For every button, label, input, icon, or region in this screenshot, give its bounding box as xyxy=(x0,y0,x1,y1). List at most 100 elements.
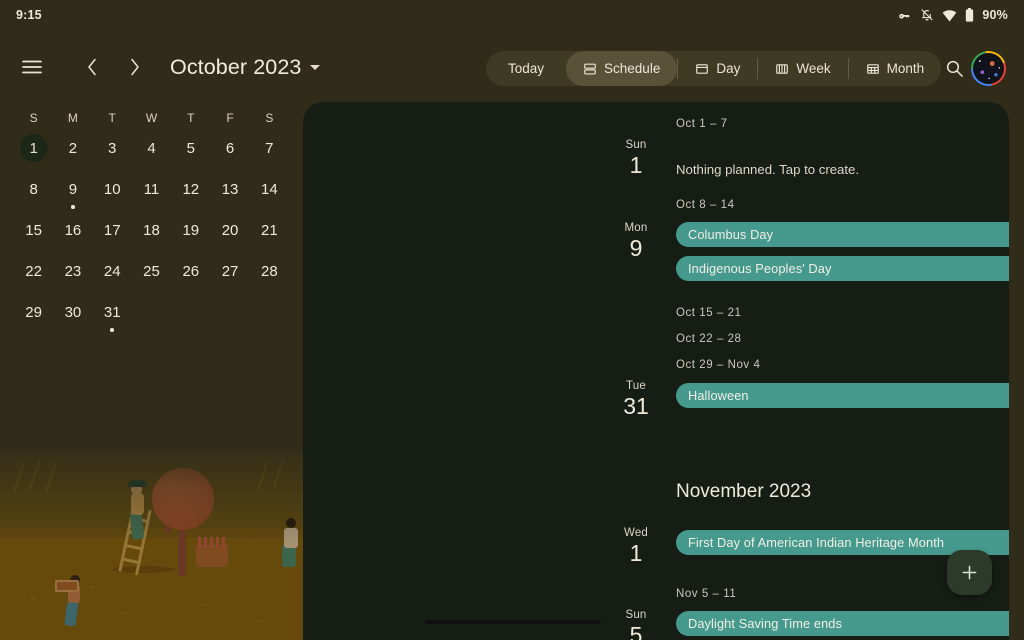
calendar-day-9[interactable]: 9 xyxy=(53,173,92,214)
event-chip-label: Columbus Day xyxy=(688,227,773,242)
vpn-key-icon xyxy=(897,8,912,22)
event-chip[interactable]: Halloween xyxy=(676,383,1009,408)
week-range-label: Oct 1 – 7 xyxy=(676,118,728,130)
calendar-day-number: 24 xyxy=(98,257,126,285)
calendar-day-number: 14 xyxy=(255,175,283,203)
week-range-label: Oct 29 – Nov 4 xyxy=(676,359,760,371)
schedule-weekday: Sun xyxy=(606,139,666,151)
calendar-day-18[interactable]: 18 xyxy=(132,214,171,255)
event-chip[interactable]: Indigenous Peoples' Day xyxy=(676,256,1009,281)
dow-4: T xyxy=(171,104,210,132)
calendar-day-number: 25 xyxy=(137,257,165,285)
calendar-day-15[interactable]: 15 xyxy=(14,214,53,255)
calendar-day-number: 5 xyxy=(177,134,205,162)
chevron-down-icon xyxy=(310,65,320,70)
calendar-day-number: 30 xyxy=(59,298,87,326)
schedule-daynumber: 1 xyxy=(606,152,666,179)
calendar-day-6[interactable]: 6 xyxy=(210,132,249,173)
schedule-day-marker: Tue31 xyxy=(606,380,666,420)
calendar-day-number: 3 xyxy=(98,134,126,162)
week-range-label: Nov 5 – 11 xyxy=(676,588,736,600)
event-chip[interactable]: Columbus Day xyxy=(676,222,1009,247)
schedule-daynumber: 31 xyxy=(606,393,666,420)
calendar-day-number: 23 xyxy=(59,257,87,285)
schedule-daynumber: 1 xyxy=(606,540,666,567)
schedule-weekday: Wed xyxy=(606,527,666,539)
schedule-weekday: Tue xyxy=(606,380,666,392)
calendar-day-4[interactable]: 4 xyxy=(132,132,171,173)
next-month-button[interactable] xyxy=(114,47,154,87)
empty-day-note[interactable]: Nothing planned. Tap to create. xyxy=(676,162,859,177)
calendar-day-16[interactable]: 16 xyxy=(53,214,92,255)
calendar-day-number: 28 xyxy=(255,257,283,285)
calendar-day-26[interactable]: 26 xyxy=(171,255,210,296)
schedule-list-panel[interactable]: Oct 1 – 7Sun1Nothing planned. Tap to cre… xyxy=(303,102,1009,640)
schedule-day-marker: Wed1 xyxy=(606,527,666,567)
calendar-day-number: 10 xyxy=(98,175,126,203)
month-section-header: November 2023 xyxy=(676,481,811,503)
page-title: October 2023 xyxy=(170,55,301,80)
calendar-day-21[interactable]: 21 xyxy=(250,214,289,255)
schedule-day-marker: Sun5 xyxy=(606,609,666,640)
calendar-day-number: 18 xyxy=(137,216,165,244)
week-range-label: Oct 8 – 14 xyxy=(676,199,735,211)
calendar-day-1[interactable]: 1 xyxy=(14,132,53,173)
calendar-day-12[interactable]: 12 xyxy=(171,173,210,214)
calendar-day-30[interactable]: 30 xyxy=(53,296,92,337)
week-range-label: Oct 22 – 28 xyxy=(676,333,742,345)
mini-calendar-grid: 1234567891011121314151617181920212223242… xyxy=(14,132,289,337)
calendar-day-number: 6 xyxy=(216,134,244,162)
calendar-day-3[interactable]: 3 xyxy=(93,132,132,173)
hamburger-menu-icon[interactable] xyxy=(12,47,52,87)
week-range-label: Oct 15 – 21 xyxy=(676,307,742,319)
dow-3: W xyxy=(132,104,171,132)
mini-calendar-weekday-header: S M T W T F S xyxy=(14,104,289,132)
battery-icon xyxy=(965,8,974,22)
calendar-day-19[interactable]: 19 xyxy=(171,214,210,255)
calendar-day-5[interactable]: 5 xyxy=(171,132,210,173)
calendar-day-7[interactable]: 7 xyxy=(250,132,289,173)
calendar-day-number: 2 xyxy=(59,134,87,162)
calendar-day-number: 20 xyxy=(216,216,244,244)
calendar-day-28[interactable]: 28 xyxy=(250,255,289,296)
month-picker-button[interactable]: October 2023 xyxy=(170,55,320,80)
schedule-weekday: Mon xyxy=(606,222,666,234)
gesture-navigation-bar[interactable] xyxy=(425,620,601,624)
create-event-fab[interactable] xyxy=(947,550,992,595)
status-bar: 9:15 90% xyxy=(0,0,1024,30)
add-plus-icon xyxy=(960,563,979,582)
calendar-day-8[interactable]: 8 xyxy=(14,173,53,214)
calendar-day-27[interactable]: 27 xyxy=(210,255,249,296)
top-app-bar: October 2023 xyxy=(0,44,1024,90)
calendar-day-number: 21 xyxy=(255,216,283,244)
schedule-daynumber: 5 xyxy=(606,622,666,640)
calendar-day-24[interactable]: 24 xyxy=(93,255,132,296)
schedule-day-marker: Mon9 xyxy=(606,222,666,262)
calendar-day-29[interactable]: 29 xyxy=(14,296,53,337)
event-chip[interactable]: Daylight Saving Time ends xyxy=(676,611,1009,636)
calendar-day-number: 15 xyxy=(20,216,48,244)
calendar-day-13[interactable]: 13 xyxy=(210,173,249,214)
calendar-day-23[interactable]: 23 xyxy=(53,255,92,296)
calendar-day-25[interactable]: 25 xyxy=(132,255,171,296)
calendar-day-number: 22 xyxy=(20,257,48,285)
calendar-day-11[interactable]: 11 xyxy=(132,173,171,214)
schedule-daynumber: 9 xyxy=(606,235,666,262)
calendar-day-number: 13 xyxy=(216,175,244,203)
notifications-off-icon xyxy=(920,8,934,22)
calendar-day-14[interactable]: 14 xyxy=(250,173,289,214)
dow-1: M xyxy=(53,104,92,132)
calendar-day-31[interactable]: 31 xyxy=(93,296,132,337)
event-chip-label: Halloween xyxy=(688,388,749,403)
calendar-day-17[interactable]: 17 xyxy=(93,214,132,255)
event-dot xyxy=(110,328,114,332)
calendar-day-2[interactable]: 2 xyxy=(53,132,92,173)
calendar-day-number: 1 xyxy=(20,134,48,162)
previous-month-button[interactable] xyxy=(72,47,112,87)
calendar-day-20[interactable]: 20 xyxy=(210,214,249,255)
calendar-day-22[interactable]: 22 xyxy=(14,255,53,296)
calendar-day-number: 17 xyxy=(98,216,126,244)
calendar-day-10[interactable]: 10 xyxy=(93,173,132,214)
calendar-day-number: 29 xyxy=(20,298,48,326)
event-chip-label: Daylight Saving Time ends xyxy=(688,616,842,631)
